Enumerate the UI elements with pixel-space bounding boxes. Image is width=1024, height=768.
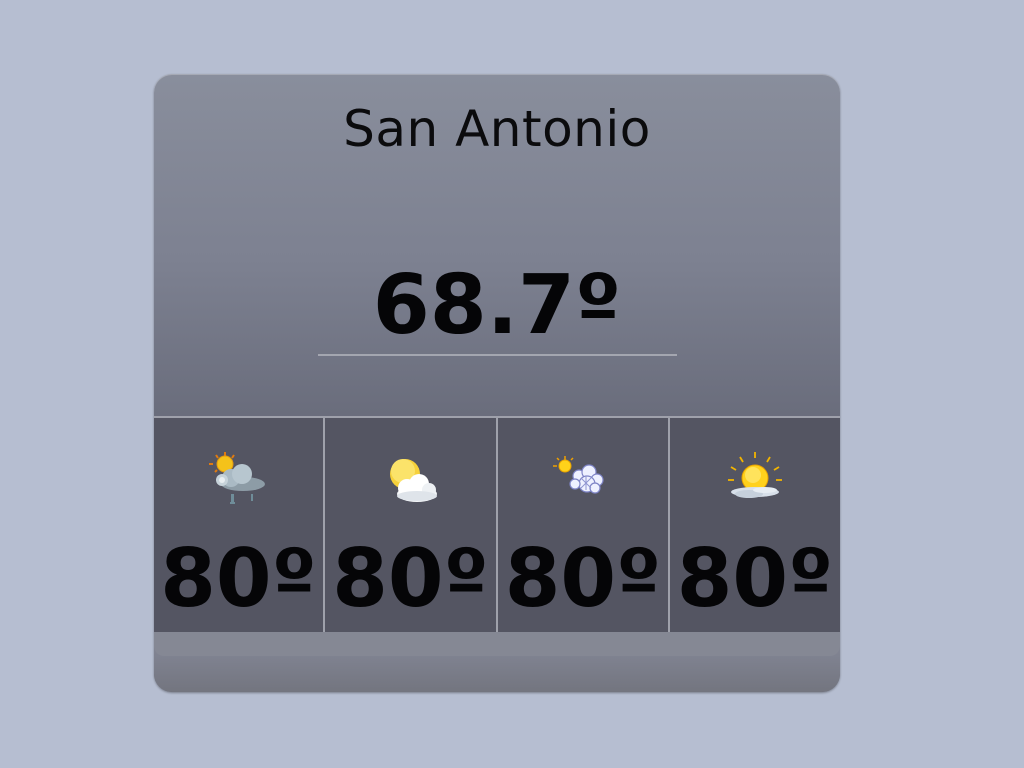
sun-snow-icon [553,456,604,494]
sunrise-sun-icon [728,452,782,498]
forecast-temp: 80º [160,532,317,625]
city-name: San Antonio [343,100,651,158]
forecast-temp: 80º [504,532,662,625]
forecast-temp: 80º [676,532,834,625]
footer-band [154,632,840,656]
forecast-row: 80º 80º 80º 80º [154,416,840,634]
weather-widget[interactable]: San Antonio 68.7º 80º 80º 80º 80º [154,74,840,692]
thunderstorm-sun-icon [208,452,265,504]
forecast-day-2[interactable]: 80º [325,418,498,634]
forecast-day-3[interactable]: 80º [498,418,670,634]
current-temperature: 68.7º [372,258,622,353]
forecast-day-4[interactable]: 80º [670,418,840,634]
temperature-divider [318,354,677,356]
partly-cloudy-icon [389,459,437,502]
widget-footer [154,632,840,692]
forecast-day-1[interactable]: 80º [154,418,325,634]
forecast-temp: 80º [332,532,489,625]
